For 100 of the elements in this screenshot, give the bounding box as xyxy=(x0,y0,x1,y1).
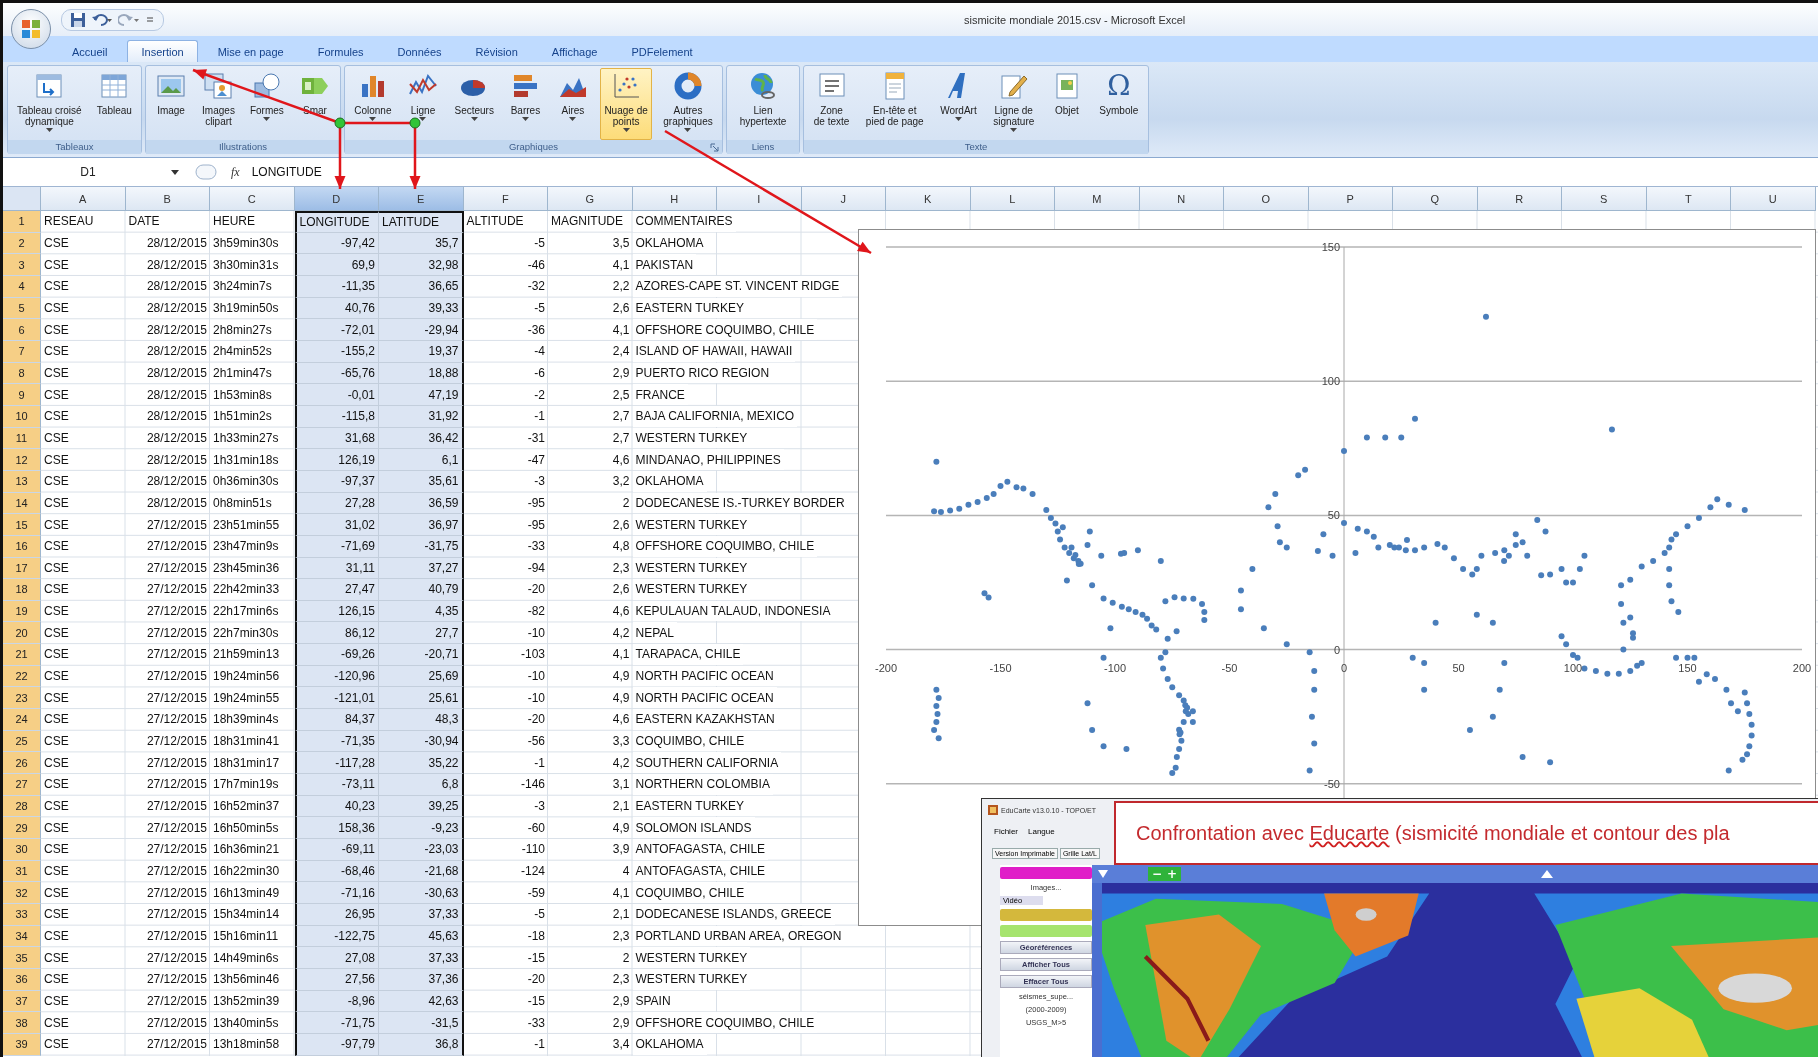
ribbon-button[interactable]: Zone de texte xyxy=(809,68,854,140)
triangle-icon[interactable] xyxy=(1098,870,1108,878)
row-header[interactable]: 30 xyxy=(3,839,41,861)
ribbon-button[interactable]: Ligne xyxy=(403,68,443,140)
row-header[interactable]: 7 xyxy=(3,340,41,363)
row-header[interactable]: 39 xyxy=(3,1033,41,1056)
column-header[interactable]: T xyxy=(1646,187,1731,211)
row-header[interactable]: 32 xyxy=(3,882,41,904)
undo-icon[interactable] xyxy=(91,11,113,28)
ribbon-button[interactable]: En-tête et pied de page xyxy=(861,68,928,140)
column-header[interactable]: F xyxy=(463,187,548,211)
ribbon-tab[interactable]: Formules xyxy=(303,40,378,62)
row-header[interactable]: 17 xyxy=(3,557,41,580)
row-header[interactable]: 19 xyxy=(3,600,41,623)
formula-field[interactable]: LONGITUDE xyxy=(251,165,322,179)
ribbon-button[interactable]: Aires xyxy=(552,68,593,140)
row-header[interactable]: 25 xyxy=(3,730,41,753)
row-header[interactable]: 23 xyxy=(3,687,41,710)
row-header[interactable]: 26 xyxy=(3,752,41,775)
triangle-icon[interactable] xyxy=(1541,870,1554,878)
color-swatch[interactable] xyxy=(1000,925,1092,937)
ribbon-tab[interactable]: Affichage xyxy=(537,40,612,62)
save-icon[interactable] xyxy=(70,11,86,28)
ribbon-button[interactable]: Colonne xyxy=(350,68,396,140)
column-header[interactable]: L xyxy=(970,187,1055,211)
column-header[interactable]: G xyxy=(548,187,633,211)
menu-item[interactable]: Langue xyxy=(1028,826,1055,836)
row-header[interactable]: 2 xyxy=(3,232,41,255)
ribbon-button[interactable]: Ω Symbole xyxy=(1095,68,1143,140)
column-header[interactable]: K xyxy=(886,187,971,211)
row-header[interactable]: 16 xyxy=(3,535,41,558)
row-header[interactable]: 8 xyxy=(3,362,41,385)
column-header[interactable]: J xyxy=(801,187,886,211)
row-header[interactable]: 22 xyxy=(3,665,41,688)
row-header[interactable]: 35 xyxy=(3,947,41,969)
row-header[interactable]: 3 xyxy=(3,254,41,276)
row-header[interactable]: 38 xyxy=(3,1012,41,1034)
ribbon-button[interactable]: Images clipart xyxy=(198,68,239,140)
ribbon-button[interactable]: Ligne de signature xyxy=(989,68,1039,140)
row-header[interactable]: 27 xyxy=(3,774,41,796)
column-header[interactable]: M xyxy=(1055,187,1140,211)
row-header[interactable]: 21 xyxy=(3,644,41,666)
ribbon-button[interactable]: Autres graphiques xyxy=(659,68,717,140)
row-header[interactable]: 10 xyxy=(3,405,41,428)
row-header[interactable]: 15 xyxy=(3,514,41,536)
column-header[interactable]: P xyxy=(1308,187,1393,211)
name-box[interactable]: D1 xyxy=(13,165,163,179)
row-header[interactable]: 18 xyxy=(3,579,41,601)
column-header[interactable]: H xyxy=(632,187,717,211)
ribbon-button[interactable]: WordArt xyxy=(936,68,981,140)
column-header[interactable]: C xyxy=(210,187,295,211)
column-header[interactable]: U xyxy=(1731,187,1816,211)
row-header[interactable]: 24 xyxy=(3,709,41,731)
ribbon-tab[interactable]: Insertion xyxy=(127,40,198,62)
ribbon-button[interactable]: Barres xyxy=(505,68,546,140)
row-header[interactable]: 31 xyxy=(3,860,41,883)
row-header[interactable]: 33 xyxy=(3,904,41,926)
row-header[interactable]: 14 xyxy=(3,492,41,515)
ribbon-tab[interactable]: Données xyxy=(383,40,456,62)
caret-icon[interactable] xyxy=(171,169,179,175)
ribbon-button[interactable]: Image xyxy=(151,68,192,140)
column-header[interactable]: A xyxy=(41,187,126,211)
ribbon-button[interactable]: Formes xyxy=(245,68,288,140)
row-header[interactable]: 6 xyxy=(3,319,41,341)
color-swatch[interactable] xyxy=(1000,909,1092,921)
row-header[interactable]: 20 xyxy=(3,622,41,645)
ribbon-button[interactable]: Tableau croisé dynamique xyxy=(13,68,86,140)
row-header[interactable]: 29 xyxy=(3,817,41,840)
column-header[interactable]: N xyxy=(1139,187,1224,211)
row-header[interactable]: 1 xyxy=(3,211,41,233)
column-header[interactable]: R xyxy=(1477,187,1562,211)
ribbon-tab[interactable]: Révision xyxy=(461,40,532,62)
row-header[interactable]: 37 xyxy=(3,990,41,1013)
dialog-launcher-icon[interactable] xyxy=(710,143,719,152)
menu-item[interactable]: Fichier xyxy=(994,826,1018,836)
app-menu-button[interactable] xyxy=(11,9,51,49)
row-header[interactable]: 11 xyxy=(3,427,41,450)
fx-label[interactable]: fx xyxy=(231,164,240,180)
column-header[interactable]: O xyxy=(1224,187,1309,211)
column-header[interactable]: S xyxy=(1562,187,1647,211)
row-header[interactable]: 5 xyxy=(3,297,41,320)
ribbon-tab[interactable]: PDFelement xyxy=(617,40,707,62)
ribbon-button[interactable]: Secteurs xyxy=(450,68,498,140)
column-header[interactable]: I xyxy=(717,187,802,211)
row-header[interactable]: 13 xyxy=(3,470,41,493)
row-header[interactable]: 28 xyxy=(3,795,41,818)
row-header[interactable]: 12 xyxy=(3,449,41,471)
column-header[interactable]: B xyxy=(125,187,210,211)
expand-icon[interactable] xyxy=(195,164,217,180)
row-header[interactable]: 9 xyxy=(3,384,41,406)
ribbon-button[interactable]: Nuage de points xyxy=(600,68,652,140)
ribbon-button[interactable]: Objet xyxy=(1046,68,1087,140)
row-header[interactable]: 36 xyxy=(3,968,41,991)
ribbon-button[interactable]: Lien hypertexte xyxy=(735,68,791,140)
row-header[interactable]: 4 xyxy=(3,275,41,298)
column-header[interactable]: Q xyxy=(1393,187,1478,211)
column-header[interactable]: D xyxy=(294,187,379,211)
ribbon-tab[interactable]: Accueil xyxy=(58,40,122,62)
column-header[interactable]: E xyxy=(379,187,464,211)
color-swatch[interactable] xyxy=(1000,867,1092,879)
